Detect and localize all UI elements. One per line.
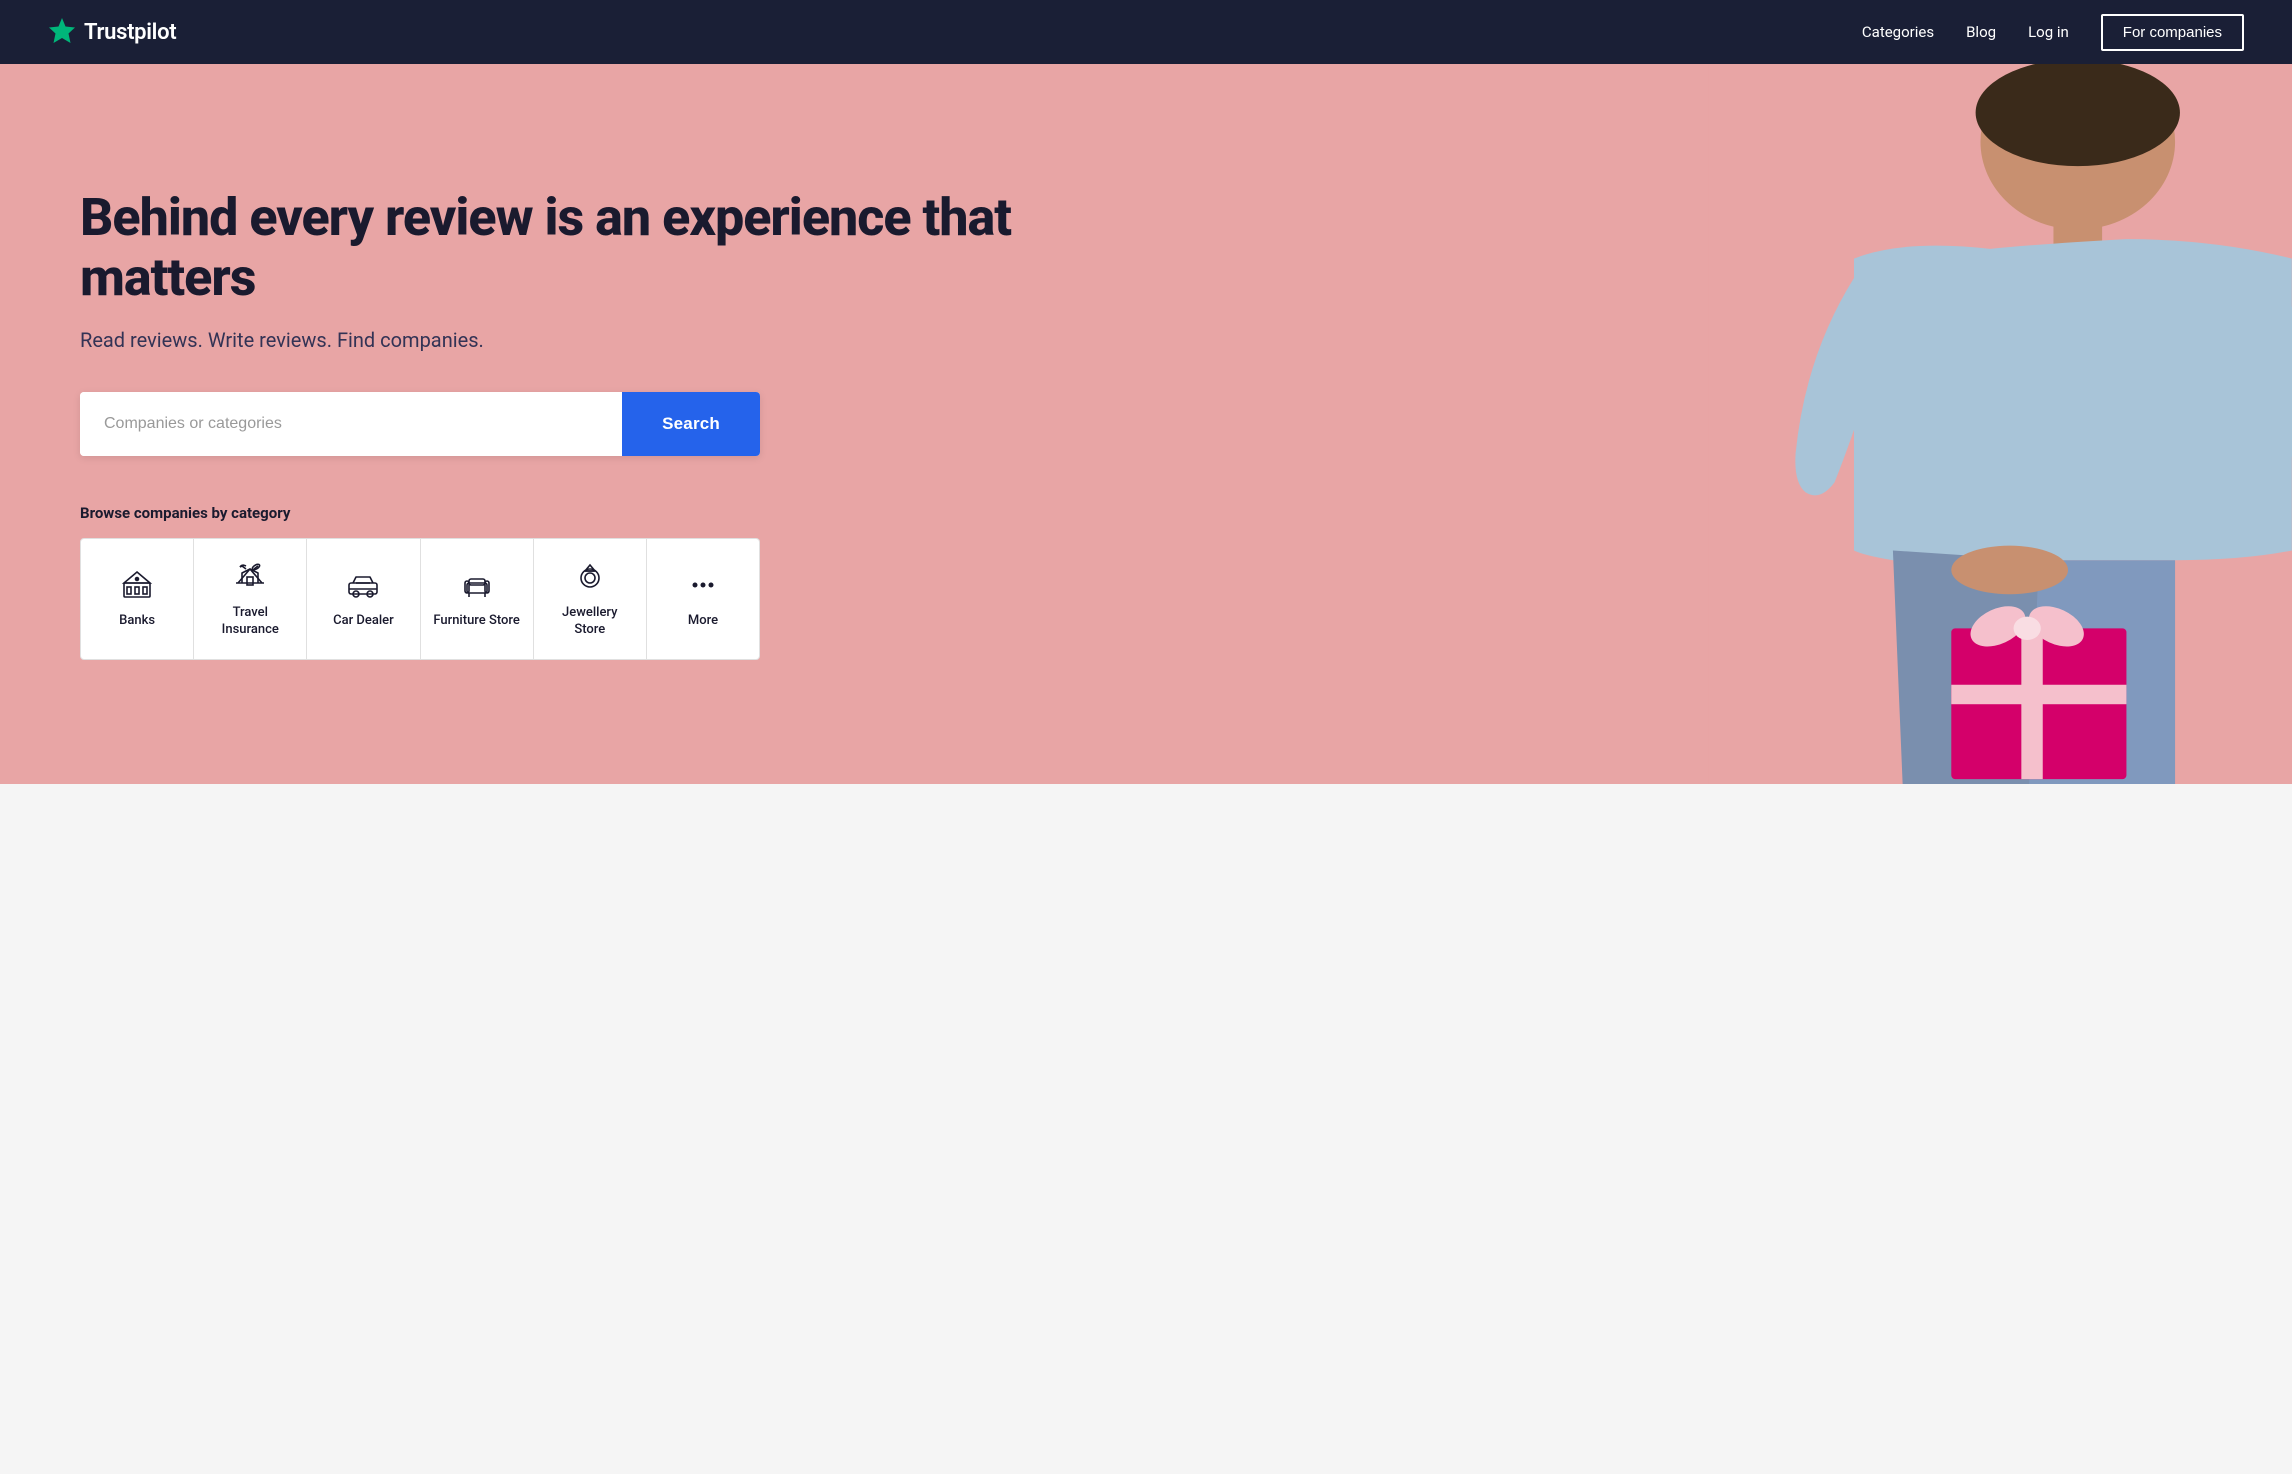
category-car-label: Car Dealer	[333, 613, 394, 630]
navbar: Trustpilot Categories Blog Log in For co…	[0, 0, 2292, 64]
category-furniture-label: Furniture Store	[433, 613, 520, 630]
category-banks[interactable]: Banks	[80, 538, 194, 660]
for-companies-button[interactable]: For companies	[2101, 14, 2244, 51]
navbar-right: Categories Blog Log in For companies	[1862, 14, 2244, 51]
jewellery-icon	[574, 559, 606, 595]
categories-grid: Banks Travel	[80, 538, 760, 660]
nav-blog[interactable]: Blog	[1966, 23, 1996, 41]
hero-content: Behind every review is an experience tha…	[0, 108, 1192, 739]
category-banks-label: Banks	[119, 613, 155, 630]
search-input[interactable]	[80, 392, 622, 456]
bank-icon	[121, 567, 153, 603]
search-bar: Search	[80, 392, 760, 456]
furniture-icon	[461, 567, 493, 603]
category-more-label: More	[688, 613, 718, 630]
travel-icon	[234, 559, 266, 595]
hero-image	[1100, 64, 2292, 784]
trustpilot-star-icon	[48, 16, 76, 49]
category-travel-label: Travel Insurance	[206, 605, 294, 639]
nav-categories[interactable]: Categories	[1862, 23, 1934, 41]
browse-label: Browse companies by category	[80, 504, 1192, 522]
hero-section: Behind every review is an experience tha…	[0, 64, 2292, 784]
hero-title: Behind every review is an experience tha…	[80, 188, 1192, 308]
hero-illustration	[1100, 64, 2292, 784]
category-more[interactable]: More	[647, 538, 760, 660]
category-jewellery-label: Jewellery Store	[546, 605, 634, 639]
category-furniture-store[interactable]: Furniture Store	[421, 538, 534, 660]
hero-subtitle: Read reviews. Write reviews. Find compan…	[80, 328, 1192, 352]
search-button[interactable]: Search	[622, 392, 760, 456]
car-icon	[347, 567, 379, 603]
more-icon	[687, 567, 719, 603]
nav-login[interactable]: Log in	[2028, 23, 2069, 41]
category-car-dealer[interactable]: Car Dealer	[307, 538, 420, 660]
category-travel-insurance[interactable]: Travel Insurance	[194, 538, 307, 660]
category-jewellery-store[interactable]: Jewellery Store	[534, 538, 647, 660]
logo[interactable]: Trustpilot	[48, 16, 176, 49]
brand-name: Trustpilot	[84, 20, 176, 45]
